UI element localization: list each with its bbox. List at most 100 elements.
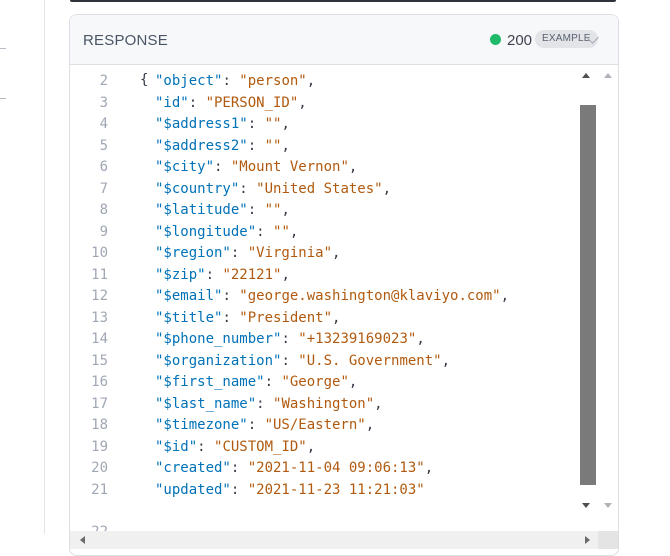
json-value: "George" <box>281 374 349 390</box>
json-entry: "$latitude": "", <box>155 202 290 218</box>
line-number: 9 <box>99 223 108 240</box>
line-number: 17 <box>91 395 108 412</box>
json-key: "$phone_number" <box>155 331 282 347</box>
code-line: 13 "$title": "President", <box>70 308 590 329</box>
line-number: 20 <box>91 460 108 476</box>
code-line: 20 "created": "2021-11-04 09:06:13", <box>70 458 590 479</box>
rail-marker <box>0 48 6 49</box>
json-entry: "$longitude": "", <box>155 223 299 240</box>
response-panel: RESPONSE 200 EXAMPLE { 2 "object": "perso… <box>69 14 619 556</box>
json-entry: "$zip": "22121", <box>155 266 290 283</box>
line-number: 6 <box>99 159 108 175</box>
line-number: 19 <box>91 438 108 455</box>
json-key: "$id" <box>155 438 198 455</box>
json-entry: "$address1": "", <box>155 116 290 132</box>
line-number: 2 <box>99 73 108 89</box>
code-line: 3 "id": "PERSON_ID", <box>70 93 590 114</box>
scroll-down-icon[interactable] <box>582 503 590 508</box>
json-entry: "$organization": "U.S. Government", <box>155 352 451 369</box>
json-value: "george.washington@klaviyo.com" <box>239 288 501 304</box>
code-line: 16 "$first_name": "George", <box>70 372 590 393</box>
line-number: 22 <box>70 522 108 531</box>
response-header[interactable]: RESPONSE 200 EXAMPLE <box>70 15 618 65</box>
vertical-scroll-thumb[interactable] <box>580 105 596 485</box>
json-entry: "$address2": "", <box>155 137 290 154</box>
json-entry: "$city": "Mount Vernon", <box>155 159 358 175</box>
json-key: "created" <box>155 460 231 476</box>
json-key: "$region" <box>155 245 231 261</box>
json-key: "id" <box>155 94 189 111</box>
line-number: 12 <box>91 288 108 304</box>
code-line: 14 "$phone_number": "+13239169023", <box>70 329 590 350</box>
json-entry: "$email": "george.washington@klaviyo.com… <box>155 288 510 304</box>
outer-scroll-down-icon[interactable] <box>604 503 612 508</box>
line-number: 21 <box>91 481 108 498</box>
scroll-right-icon[interactable] <box>585 536 590 544</box>
code-viewer[interactable]: { 2 "object": "person", 3 "id": "PERSON_ID"… <box>70 65 618 531</box>
json-key: "$first_name" <box>155 374 265 390</box>
code-line: 4 "$address1": "", <box>70 114 590 135</box>
line-number: 14 <box>91 331 108 347</box>
json-key: "$last_name" <box>155 395 257 412</box>
code-line: 9 "$longitude": "", <box>70 222 590 243</box>
json-value: "U.S. Government" <box>298 352 442 369</box>
code-line-partial: { <box>70 65 590 88</box>
code-line: 17 "$last_name": "Washington", <box>70 394 590 415</box>
code-line: 7 "$country": "United States", <box>70 179 590 200</box>
code-line: 19 "$id": "CUSTOM_ID", <box>70 437 590 458</box>
json-value: "CUSTOM_ID" <box>214 438 307 455</box>
json-value: "22121" <box>222 266 282 283</box>
response-title: RESPONSE <box>83 32 168 49</box>
json-value: "" <box>273 223 290 240</box>
json-value: "President" <box>239 309 333 326</box>
json-value: "" <box>264 137 282 154</box>
code-line: 18 "$timezone": "US/Eastern", <box>70 415 590 436</box>
left-rail <box>0 0 45 534</box>
json-entry: "$region": "Virginia", <box>155 245 341 261</box>
json-key: "$organization" <box>155 352 282 369</box>
json-key: "$email" <box>155 288 223 304</box>
json-entry: "id": "PERSON_ID", <box>155 94 307 111</box>
json-key: "$title" <box>155 309 223 326</box>
line-number: 16 <box>91 374 108 390</box>
json-key: "$timezone" <box>155 417 248 433</box>
json-value: "Virginia" <box>247 245 333 261</box>
json-value: "" <box>264 202 282 218</box>
code-line: 21 "updated": "2021-11-23 11:21:03" <box>70 480 590 501</box>
code-line: 11 "$zip": "22121", <box>70 265 590 286</box>
code-line: 5 "$address2": "", <box>70 136 590 157</box>
line-number: 15 <box>91 352 108 369</box>
code-line: 10 "$region": "Virginia", <box>70 243 590 264</box>
json-entry: "$country": "United States", <box>155 180 392 197</box>
json-entry: "$last_name": "Washington", <box>155 395 383 412</box>
json-value: "" <box>264 116 282 132</box>
json-key: "$country" <box>155 180 240 197</box>
code-line: 2 "object": "person", <box>70 71 590 92</box>
json-value: "Washington" <box>273 395 375 412</box>
json-value: "2021-11-23 11:21:03" <box>247 481 425 498</box>
outer-scroll-up-icon[interactable] <box>604 73 612 78</box>
status-code: 200 <box>507 32 533 49</box>
line-number: 8 <box>99 202 108 218</box>
code-line: 6 "$city": "Mount Vernon", <box>70 157 590 178</box>
rail-marker <box>0 98 6 99</box>
json-value: "person" <box>239 73 307 89</box>
json-key: "object" <box>155 73 223 89</box>
json-value: "PERSON_ID" <box>205 94 299 111</box>
line-number: 7 <box>99 180 108 197</box>
previous-panel-edge <box>70 0 616 2</box>
line-number: 4 <box>99 116 108 132</box>
json-value: "United States" <box>256 180 383 197</box>
json-entry: "$title": "President", <box>155 309 341 326</box>
json-value: "+13239169023" <box>298 331 417 347</box>
line-number: 5 <box>99 137 108 154</box>
json-entry: "$first_name": "George", <box>155 374 358 390</box>
json-entry: "created": "2021-11-04 09:06:13", <box>155 460 434 476</box>
json-key: "$address1" <box>155 116 248 132</box>
json-key: "$city" <box>155 159 215 175</box>
code-line: 12 "$email": "george.washington@klaviyo.c… <box>70 286 590 307</box>
json-entry: "$phone_number": "+13239169023", <box>155 331 425 347</box>
scroll-left-icon[interactable] <box>80 536 85 544</box>
scroll-up-icon[interactable] <box>582 73 590 78</box>
code-line: 15 "$organization": "U.S. Government", <box>70 351 590 372</box>
